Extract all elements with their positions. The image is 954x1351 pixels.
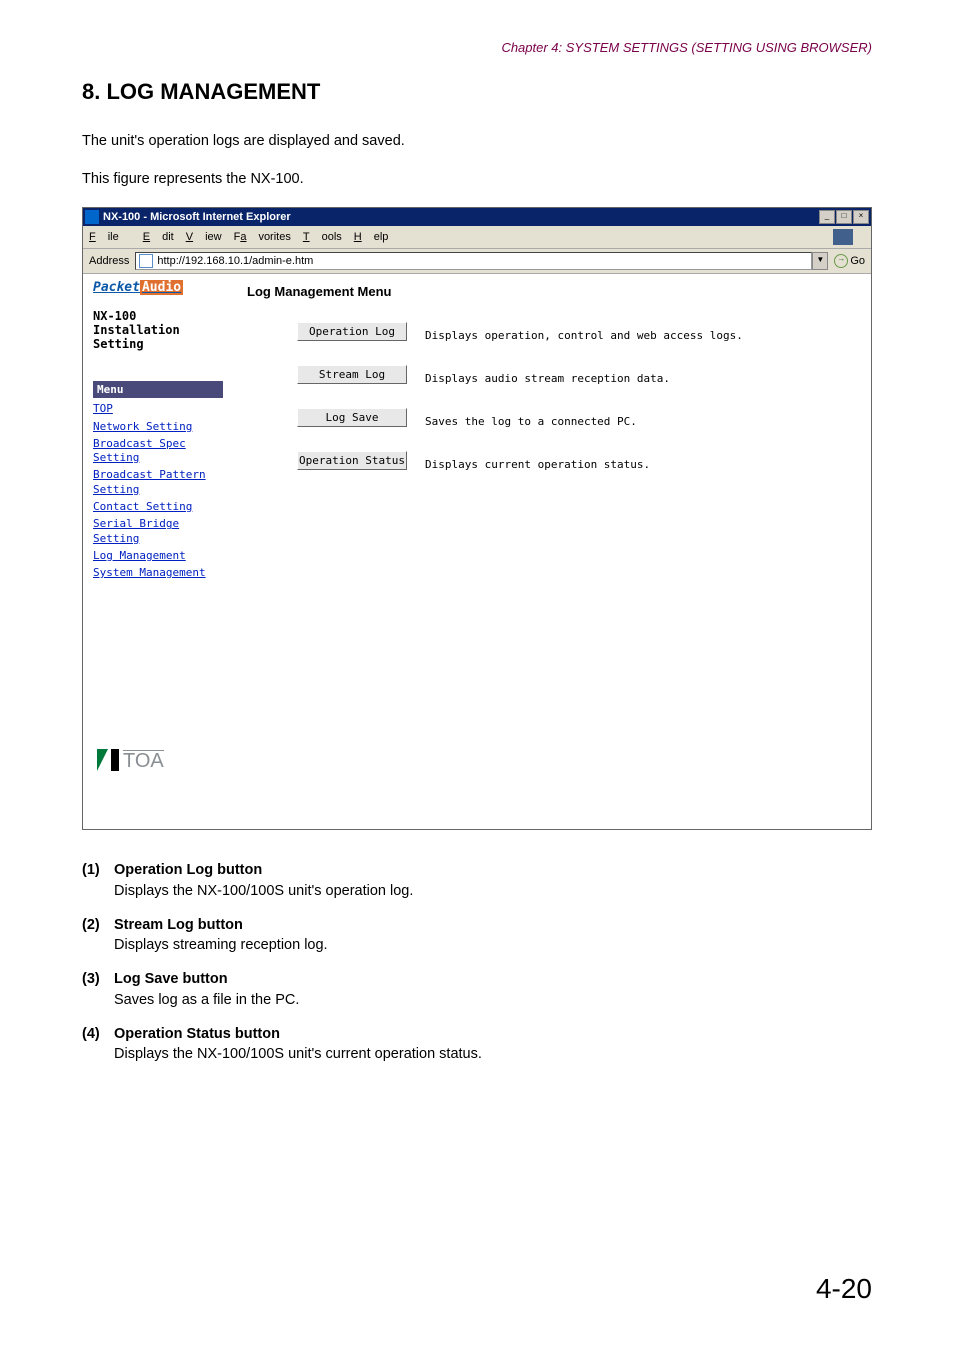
operation-log-desc: Displays operation, control and web acce… [425,321,743,342]
section-title: 8. LOG MANAGEMENT [82,79,872,105]
main-panel: Log Management Menu Operation Log Displa… [233,274,871,829]
stream-log-desc: Displays audio stream reception data. [425,364,670,385]
desc-item-1: (1) Operation Log button Displays the NX… [82,860,872,901]
log-save-button[interactable]: Log Save [297,408,407,427]
log-save-desc: Saves the log to a connected PC. [425,407,637,428]
row-operation-status: Operation Status Displays current operat… [247,450,857,471]
operation-log-button[interactable]: Operation Log [297,322,407,341]
packet-audio-logo[interactable]: PacketAudio [93,280,183,295]
content-area: PacketAudio NX-100 Installation Setting … [83,274,871,829]
sidebar: PacketAudio NX-100 Installation Setting … [83,274,233,829]
desc-item-3: (3) Log Save button Saves log as a file … [82,969,872,1010]
address-url: http://192.168.10.1/admin-e.htm [157,255,313,267]
operation-status-desc: Displays current operation status. [425,450,650,471]
address-label: Address [89,255,129,267]
desc-num: (1) [82,860,114,901]
desc-num: (3) [82,969,114,1010]
chapter-header: Chapter 4: SYSTEM SETTINGS (SETTING USIN… [82,40,872,55]
address-input[interactable]: http://192.168.10.1/admin-e.htm [135,252,812,270]
desc-body: Displays streaming reception log. [114,935,328,955]
row-stream-log: Stream Log Displays audio stream recepti… [247,364,857,385]
ie-throbber-icon [833,229,853,245]
desc-num: (4) [82,1024,114,1065]
sidebar-link-serial-bridge[interactable]: Serial Bridge Setting [93,517,223,546]
go-icon [834,254,848,268]
sidebar-link-log-management[interactable]: Log Management [93,549,223,563]
figure-caption: This figure represents the NX-100. [82,171,872,187]
toa-mark-icon [97,749,119,771]
toa-logo: TOA [97,749,164,771]
desc-num: (2) [82,915,114,956]
menubar: File Edit View Favorites Tools Help [83,226,871,249]
sidebar-link-contact[interactable]: Contact Setting [93,500,223,514]
desc-item-4: (4) Operation Status button Displays the… [82,1024,872,1065]
ie-icon [85,210,99,224]
titlebar: NX-100 - Microsoft Internet Explorer _ □… [83,208,871,226]
menu-file[interactable]: File [89,231,131,243]
page-number: 4-20 [816,1273,872,1305]
browser-window: NX-100 - Microsoft Internet Explorer _ □… [82,207,872,830]
desc-title: Operation Status button [114,1024,482,1044]
maximize-button[interactable]: □ [836,210,852,224]
row-operation-log: Operation Log Displays operation, contro… [247,321,857,342]
intro-text: The unit's operation logs are displayed … [82,131,872,151]
sidebar-link-broadcast-spec[interactable]: Broadcast Spec Setting [93,437,223,466]
toa-text: TOA [123,750,164,771]
sidebar-link-top[interactable]: TOP [93,402,223,416]
desc-title: Operation Log button [114,860,413,880]
stream-log-button[interactable]: Stream Log [297,365,407,384]
panel-title: Log Management Menu [247,284,857,299]
row-log-save: Log Save Saves the log to a connected PC… [247,407,857,428]
menu-header: Menu [93,381,223,398]
sidebar-link-system-management[interactable]: System Management [93,566,223,580]
page-icon [139,254,153,268]
operation-status-button[interactable]: Operation Status [297,451,407,470]
desc-body: Displays the NX-100/100S unit's operatio… [114,881,413,901]
sidebar-link-broadcast-pattern[interactable]: Broadcast Pattern Setting [93,468,223,497]
menu-edit[interactable]: Edit [143,231,174,243]
close-button[interactable]: × [853,210,869,224]
device-name: NX-100 [93,309,223,323]
sidebar-link-network[interactable]: Network Setting [93,420,223,434]
desc-body: Saves log as a file in the PC. [114,990,299,1010]
desc-item-2: (2) Stream Log button Displays streaming… [82,915,872,956]
menu-view[interactable]: View [186,231,222,243]
minimize-button[interactable]: _ [819,210,835,224]
installation-setting-label: Installation Setting [93,323,223,351]
desc-body: Displays the NX-100/100S unit's current … [114,1044,482,1064]
desc-title: Stream Log button [114,915,328,935]
address-bar: Address http://192.168.10.1/admin-e.htm … [83,249,871,274]
go-button[interactable]: Go [834,254,865,268]
desc-title: Log Save button [114,969,299,989]
window-title: NX-100 - Microsoft Internet Explorer [103,211,819,223]
menu-favorites[interactable]: Favorites [234,231,291,243]
menu-tools[interactable]: Tools [303,231,342,243]
menu-help[interactable]: Help [354,231,389,243]
address-dropdown[interactable]: ▼ [812,252,828,270]
